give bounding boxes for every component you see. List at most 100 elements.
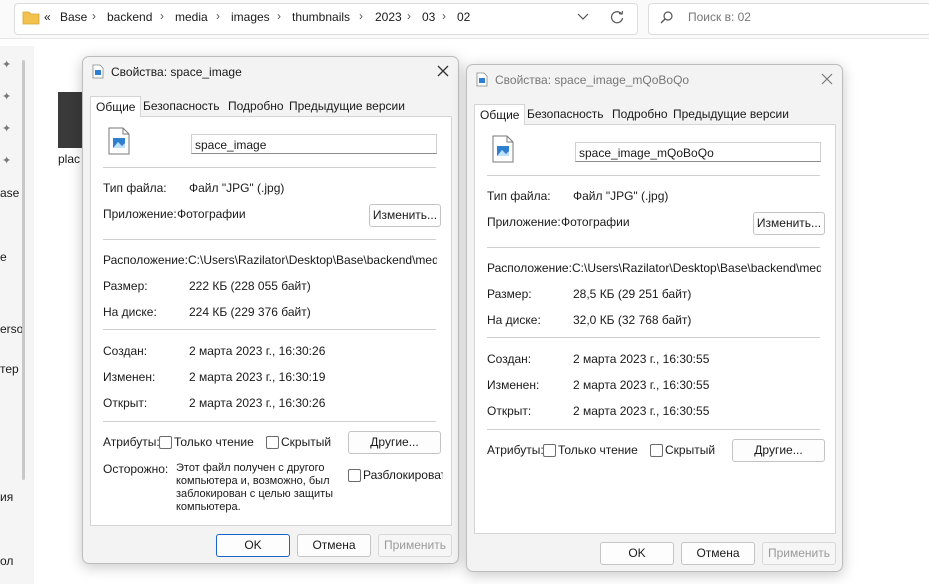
- attributes-label: Атрибуты:: [103, 435, 160, 449]
- pin-icon: ✦: [2, 59, 12, 71]
- divider: [487, 175, 820, 176]
- breadcrumb-media[interactable]: media: [175, 10, 208, 24]
- disk-size-label: На диске:: [487, 313, 541, 327]
- ok-button[interactable]: OK: [600, 542, 674, 565]
- warning-text: Этот файл получен с другого: [176, 462, 325, 474]
- file-type-value: Файл "JPG" (.jpg): [573, 189, 669, 203]
- properties-dialog-space-image-mqoboqo: Свойства: space_image_mQoBoQo Общие Безо…: [466, 64, 843, 572]
- file-type-value: Файл "JPG" (.jpg): [189, 181, 285, 195]
- chevron-right-icon: ›: [407, 9, 411, 23]
- filename-input[interactable]: space_image_mQoBoQo: [575, 142, 821, 162]
- sidebar-item[interactable]: e: [0, 250, 7, 264]
- warning-text: компьютера и, возможно, был: [176, 475, 330, 487]
- advanced-attributes-button[interactable]: Другие...: [732, 439, 825, 462]
- tab-details[interactable]: Подробно: [607, 104, 673, 124]
- breadcrumb-backend[interactable]: backend: [107, 10, 152, 24]
- disk-size-value: 224 КБ (229 376 байт): [189, 305, 311, 319]
- readonly-checkbox[interactable]: [159, 436, 172, 449]
- breadcrumb-thumbnails[interactable]: thumbnails: [292, 10, 350, 24]
- pin-icon: ✦: [2, 123, 12, 135]
- search-input-placeholder[interactable]: Поиск в: 02: [688, 10, 751, 24]
- cancel-button[interactable]: Отмена: [297, 534, 371, 557]
- breadcrumb-02[interactable]: 02: [457, 10, 470, 24]
- app-value: Фотографии: [177, 207, 246, 221]
- opened-label: Открыт:: [103, 396, 148, 410]
- file-name-label[interactable]: plac: [58, 152, 80, 166]
- tab-details[interactable]: Подробно: [223, 96, 289, 116]
- chevron-right-icon: ›: [160, 9, 164, 23]
- created-label: Создан:: [487, 352, 532, 366]
- divider: [487, 247, 820, 248]
- tab-previous-versions[interactable]: Предыдущие версии: [284, 96, 410, 116]
- tab-general[interactable]: Общие: [474, 104, 526, 125]
- file-type-label: Тип файла:: [487, 189, 551, 203]
- attributes-label: Атрибуты:: [487, 443, 544, 457]
- divider: [103, 167, 436, 168]
- warning-label: Осторожно:: [103, 462, 169, 476]
- properties-dialog-space-image: Свойства: space_image Общие Безопасность…: [82, 56, 459, 564]
- size-value: 222 КБ (228 055 байт): [189, 279, 311, 293]
- sidebar-item[interactable]: ase: [0, 186, 19, 200]
- breadcrumb-base[interactable]: Base: [60, 10, 87, 24]
- readonly-label[interactable]: Только чтение: [558, 443, 638, 457]
- unblock-checkbox[interactable]: [348, 469, 361, 482]
- sidebar-item[interactable]: ол: [0, 554, 13, 568]
- modified-value: 2 марта 2023 г., 16:30:55: [573, 378, 710, 392]
- sidebar-scrollbar[interactable]: [22, 60, 25, 480]
- location-value: C:\Users\Razilator\Desktop\Base\backend\…: [188, 253, 437, 267]
- apply-button[interactable]: Применить: [762, 542, 836, 565]
- apply-button[interactable]: Применить: [378, 534, 452, 557]
- chevron-down-icon[interactable]: [577, 12, 589, 22]
- search-icon: [660, 11, 673, 24]
- warning-text: компьютера.: [176, 501, 241, 513]
- image-file-icon: [492, 135, 514, 163]
- cancel-button[interactable]: Отмена: [681, 542, 755, 565]
- unblock-label[interactable]: Разблокировать: [363, 468, 443, 482]
- image-file-icon: [476, 72, 488, 87]
- sidebar-item[interactable]: тер: [0, 362, 19, 376]
- created-value: 2 марта 2023 г., 16:30:26: [189, 344, 326, 358]
- close-icon[interactable]: [820, 72, 834, 86]
- ok-button[interactable]: OK: [216, 534, 290, 557]
- sidebar-item[interactable]: erso: [0, 322, 23, 336]
- divider: [103, 239, 436, 240]
- pin-icon: ✦: [2, 91, 12, 103]
- breadcrumb-2023[interactable]: 2023: [375, 10, 402, 24]
- breadcrumb-03[interactable]: 03: [422, 10, 435, 24]
- sidebar-item[interactable]: ия: [0, 490, 13, 504]
- readonly-checkbox[interactable]: [543, 444, 556, 457]
- close-icon[interactable]: [436, 64, 450, 78]
- change-app-button[interactable]: Изменить...: [753, 212, 825, 235]
- app-label: Приложение:: [103, 207, 177, 221]
- tab-general[interactable]: Общие: [90, 96, 142, 117]
- readonly-label[interactable]: Только чтение: [174, 435, 254, 449]
- divider: [487, 337, 820, 338]
- disk-size-label: На диске:: [103, 305, 157, 319]
- file-type-label: Тип файла:: [103, 181, 167, 195]
- tab-previous-versions[interactable]: Предыдущие версии: [668, 104, 794, 124]
- created-label: Создан:: [103, 344, 148, 358]
- tab-security[interactable]: Безопасность: [138, 96, 225, 116]
- app-value: Фотографии: [561, 215, 630, 229]
- back-chevrons[interactable]: «: [44, 10, 51, 24]
- dialog-title: Свойства: space_image: [111, 65, 242, 79]
- modified-value: 2 марта 2023 г., 16:30:19: [189, 370, 326, 384]
- advanced-attributes-button[interactable]: Другие...: [348, 431, 441, 454]
- hidden-label[interactable]: Скрытый: [665, 443, 715, 457]
- breadcrumb-images[interactable]: images: [231, 10, 270, 24]
- chevron-right-icon: ›: [216, 9, 220, 23]
- chevron-right-icon: ›: [442, 9, 446, 23]
- hidden-checkbox[interactable]: [650, 444, 663, 457]
- hidden-checkbox[interactable]: [266, 436, 279, 449]
- disk-size-value: 32,0 КБ (32 768 байт): [573, 313, 692, 327]
- hidden-label[interactable]: Скрытый: [281, 435, 331, 449]
- folder-icon: [22, 11, 40, 25]
- change-app-button[interactable]: Изменить...: [369, 204, 441, 227]
- tab-security[interactable]: Безопасность: [522, 104, 609, 124]
- filename-input[interactable]: space_image: [191, 134, 437, 154]
- opened-label: Открыт:: [487, 404, 532, 418]
- size-label: Размер:: [103, 279, 148, 293]
- warning-text: заблокирован с целью защиты: [176, 488, 334, 500]
- refresh-icon[interactable]: [609, 9, 625, 25]
- divider: [487, 429, 820, 430]
